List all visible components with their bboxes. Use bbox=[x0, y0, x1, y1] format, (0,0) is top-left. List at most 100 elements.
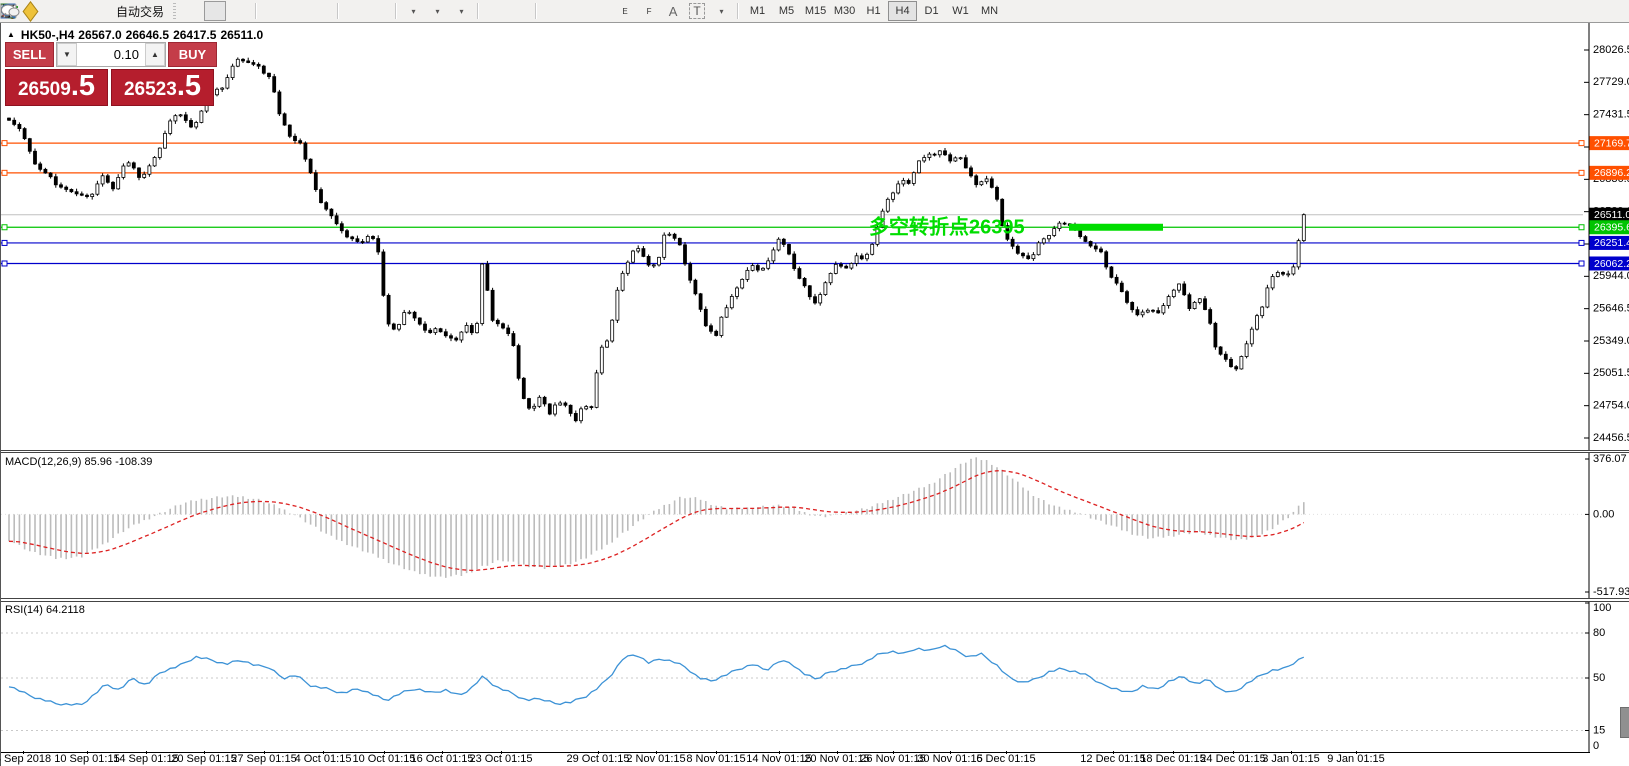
buy-price-box[interactable]: 26523.5 bbox=[111, 69, 214, 106]
rsi-pane[interactable]: 100 80 50 15 0 bbox=[1, 602, 1629, 752]
chat-icon[interactable] bbox=[1600, 1, 1622, 21]
time-axis-label: 23 Oct 01:15 bbox=[456, 753, 546, 765]
svg-text:27729.0: 27729.0 bbox=[1593, 76, 1629, 88]
macd-axis[interactable]: 376.07 0.00 -517.93 bbox=[1585, 453, 1629, 598]
scrollbar-thumb[interactable] bbox=[1620, 707, 1629, 738]
cursor-icon[interactable] bbox=[484, 1, 506, 21]
svg-text:26395.6: 26395.6 bbox=[1594, 222, 1629, 234]
svg-text:27169.7: 27169.7 bbox=[1594, 137, 1629, 149]
svg-text:50: 50 bbox=[1593, 672, 1605, 684]
ohlc-open: 26567.0 bbox=[78, 28, 121, 42]
time-axis-tick bbox=[779, 751, 780, 754]
autotrading-label[interactable]: 自动交易 bbox=[116, 3, 164, 20]
svg-text:24754.0: 24754.0 bbox=[1593, 400, 1629, 412]
svg-text:28026.5: 28026.5 bbox=[1593, 44, 1629, 56]
sell-price-box[interactable]: 26509.5 bbox=[5, 69, 108, 106]
svg-text:15: 15 bbox=[1593, 724, 1605, 736]
channel-icon[interactable]: E bbox=[614, 1, 636, 21]
time-axis-tick bbox=[87, 751, 88, 754]
svg-text:100: 100 bbox=[1593, 602, 1611, 614]
macd-values: 85.96 -108.39 bbox=[84, 456, 152, 468]
volume-down-button[interactable]: ▼ bbox=[57, 43, 77, 66]
pane-separator[interactable] bbox=[1, 452, 1629, 453]
svg-text:27431.5: 27431.5 bbox=[1593, 109, 1629, 121]
macd-histogram bbox=[8, 457, 1304, 578]
svg-text:376.07: 376.07 bbox=[1593, 453, 1627, 465]
timeframe-button-h1[interactable]: H1 bbox=[859, 1, 888, 21]
svg-text:25349.0: 25349.0 bbox=[1593, 335, 1629, 347]
vertical-line-icon[interactable] bbox=[542, 1, 564, 21]
ohlc-high: 26646.5 bbox=[126, 28, 169, 42]
rsi-line bbox=[9, 645, 1304, 705]
buy-button[interactable]: BUY bbox=[168, 42, 217, 67]
svg-text:-517.93: -517.93 bbox=[1593, 586, 1629, 598]
pane-separator[interactable] bbox=[1, 601, 1629, 602]
timeframe-button-m1[interactable]: M1 bbox=[743, 1, 772, 21]
timeframe-button-w1[interactable]: W1 bbox=[946, 1, 975, 21]
zoom-out-icon[interactable] bbox=[286, 1, 308, 21]
market-watch-icon[interactable] bbox=[67, 1, 89, 21]
templates-icon[interactable]: ▾ bbox=[450, 1, 472, 21]
auto-scroll-icon[interactable] bbox=[344, 1, 366, 21]
sell-button[interactable]: SELL bbox=[5, 42, 54, 67]
horizontal-line-icon[interactable] bbox=[566, 1, 588, 21]
highlight-bar[interactable] bbox=[1069, 224, 1163, 231]
time-axis-tick bbox=[23, 751, 24, 754]
time-axis-tick bbox=[598, 751, 599, 754]
timeframe-button-mn[interactable]: MN bbox=[975, 1, 1004, 21]
one-click-trading-panel: SELL ▼ 0.10 ▲ BUY 26509.5 26523.5 bbox=[5, 42, 217, 106]
time-axis-tick bbox=[442, 751, 443, 754]
pane-separator[interactable] bbox=[1, 598, 1629, 599]
time-axis-tick bbox=[950, 751, 951, 754]
zoom-in-icon[interactable] bbox=[262, 1, 284, 21]
time-axis-tick bbox=[501, 751, 502, 754]
timeframe-button-h4[interactable]: H4 bbox=[888, 1, 917, 21]
fibonacci-icon[interactable]: F bbox=[638, 1, 660, 21]
indicators-icon[interactable]: ▾ bbox=[402, 1, 424, 21]
timeframe-button-m5[interactable]: M5 bbox=[772, 1, 801, 21]
profiles-icon[interactable] bbox=[43, 1, 65, 21]
trendline-icon[interactable] bbox=[590, 1, 612, 21]
text-icon[interactable]: A bbox=[662, 1, 684, 21]
tile-windows-icon[interactable] bbox=[310, 1, 332, 21]
time-axis-tick bbox=[1233, 751, 1234, 754]
line-chart-icon[interactable] bbox=[228, 1, 250, 21]
volume-up-button[interactable]: ▲ bbox=[145, 43, 165, 66]
arrows-icon[interactable]: ▾ bbox=[710, 1, 732, 21]
time-axis-tick bbox=[384, 751, 385, 754]
svg-text:25646.5: 25646.5 bbox=[1593, 303, 1629, 315]
svg-text:26896.2: 26896.2 bbox=[1594, 167, 1629, 179]
sell-price: 26509 bbox=[18, 71, 71, 108]
time-axis-tick bbox=[204, 751, 205, 754]
new-order-icon[interactable] bbox=[19, 1, 41, 21]
chart-shift-icon[interactable] bbox=[368, 1, 390, 21]
time-axis-tick bbox=[323, 751, 324, 754]
timeframe-button-m30[interactable]: M30 bbox=[830, 1, 859, 21]
collapse-icon[interactable]: ▲ bbox=[7, 30, 15, 39]
time-axis-tick bbox=[893, 751, 894, 754]
price-lines[interactable] bbox=[1, 141, 1584, 266]
periods-icon[interactable]: ▾ bbox=[426, 1, 448, 21]
time-axis-tick bbox=[1006, 751, 1007, 754]
timeframe-button-d1[interactable]: D1 bbox=[917, 1, 946, 21]
time-axis-tick bbox=[656, 751, 657, 754]
time-axis-label: 6 Dec 01:15 bbox=[961, 753, 1051, 765]
time-axis[interactable]: 4 Sep 201810 Sep 01:1514 Sep 01:1520 Sep… bbox=[1, 752, 1629, 766]
text-label-icon[interactable]: T bbox=[686, 1, 708, 21]
time-axis-tick bbox=[1291, 751, 1292, 754]
crosshair-icon[interactable] bbox=[508, 1, 530, 21]
svg-text:0: 0 bbox=[1593, 740, 1599, 752]
chart-title: ▲HK50-,H426567.026646.526417.526511.0 bbox=[7, 28, 267, 42]
svg-text:80: 80 bbox=[1593, 627, 1605, 639]
volume-input[interactable]: 0.10 bbox=[77, 43, 145, 66]
timeframe-button-m15[interactable]: M15 bbox=[801, 1, 830, 21]
pane-separator[interactable] bbox=[1, 450, 1629, 451]
macd-pane[interactable]: 376.07 0.00 -517.93 bbox=[1, 453, 1629, 598]
main-chart[interactable]: 28026.527729.027431.527134.026836.526539… bbox=[1, 23, 1629, 450]
candlestick-chart-icon[interactable] bbox=[204, 1, 226, 21]
search-icon[interactable] bbox=[1576, 1, 1598, 21]
svg-text:0.00: 0.00 bbox=[1593, 508, 1614, 520]
bar-chart-icon[interactable] bbox=[180, 1, 202, 21]
app-screen: { "toolbar": { "left_label": "单", "autot… bbox=[0, 0, 1629, 766]
autotrading-icon[interactable] bbox=[91, 1, 113, 21]
